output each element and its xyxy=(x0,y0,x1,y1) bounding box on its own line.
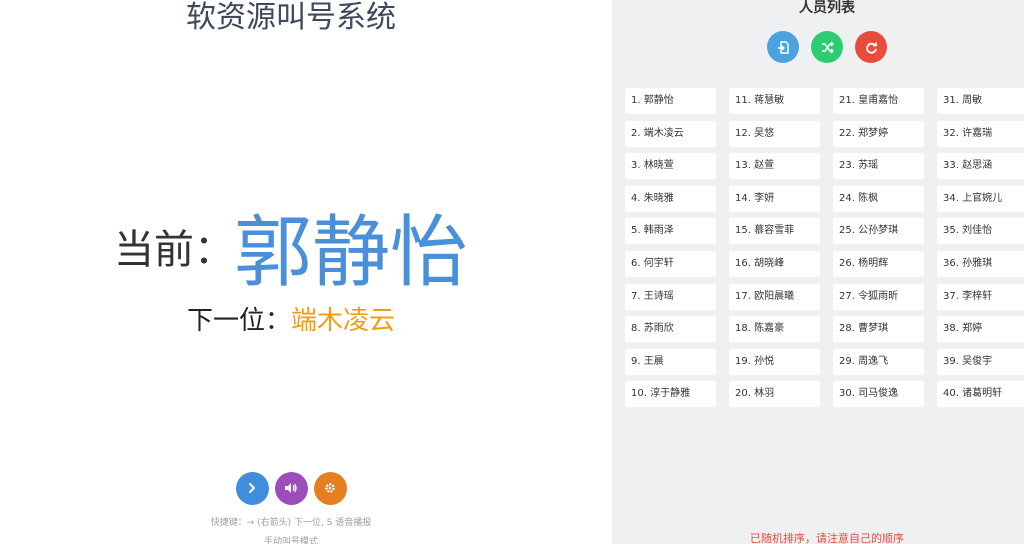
person-item: 4. 朱晓雅 xyxy=(625,185,716,212)
person-item: 11. 蒋慧敏 xyxy=(729,88,820,114)
person-item: 32. 许嘉瑞 xyxy=(937,120,1024,147)
current-label: 当前： xyxy=(113,227,234,273)
person-item: 36. 孙雅琪 xyxy=(937,251,1024,277)
import-icon xyxy=(777,40,789,54)
chevron-right-icon xyxy=(249,483,255,493)
person-item: 3. 林晓萱 xyxy=(625,153,716,180)
person-item: 38. 郑婷 xyxy=(937,316,1024,343)
app-window: 软资源叫号系统 当前：郭静怡 下一位：端木凌云 快捷键：→ (右箭头) 下一位,… xyxy=(0,0,1024,544)
person-item: 39. 吴俊宇 xyxy=(937,348,1024,375)
current-name: 郭静怡 xyxy=(233,208,468,298)
person-item: 10. 淳于静雅 xyxy=(625,381,716,408)
people-list-title: 人员列表 xyxy=(799,0,855,16)
person-item: 27. 令狐雨昕 xyxy=(833,283,924,310)
control-buttons xyxy=(0,472,582,505)
reset-button[interactable] xyxy=(855,31,887,63)
person-item: 37. 李梓轩 xyxy=(937,283,1024,310)
shuffle-button[interactable] xyxy=(811,31,843,63)
settings-button[interactable] xyxy=(313,472,347,505)
volume-icon xyxy=(285,483,297,493)
person-item: 31. 周敏 xyxy=(937,88,1024,114)
list-actions xyxy=(612,31,1024,63)
shortcut-hint: 快捷键：→ (右箭头) 下一位, S 语音播报 xyxy=(210,518,372,528)
person-item: 25. 公孙梦琪 xyxy=(833,218,924,245)
speak-button[interactable] xyxy=(274,472,308,505)
person-item: 1. 郭静怡 xyxy=(625,88,716,114)
import-button[interactable] xyxy=(767,31,799,63)
person-item: 17. 欧阳晨曦 xyxy=(729,283,820,310)
next-name: 端木凌云 xyxy=(291,306,396,336)
person-item: 21. 皇甫嘉怡 xyxy=(833,88,924,114)
person-item: 15. 慕容雪菲 xyxy=(729,218,820,245)
person-item: 26. 杨明辉 xyxy=(833,251,924,277)
person-item: 2. 端木凌云 xyxy=(625,120,716,147)
people-panel: 人员列表 1. 郭静怡 2. 端木凌云 3. 林晓萱 4. 朱晓雅 5. 韩雨泽 6. 何… xyxy=(612,0,1024,544)
gear-icon xyxy=(325,483,335,493)
person-item: 28. 曹梦琪 xyxy=(833,316,924,343)
person-item: 22. 郑梦婷 xyxy=(833,120,924,147)
shuffle-notice: 已随机排序，请注意自己的顺序 xyxy=(750,532,904,544)
person-item: 14. 李妍 xyxy=(729,185,820,212)
person-item: 20. 林羽 xyxy=(729,381,820,408)
person-item: 12. 吴悠 xyxy=(729,120,820,147)
person-item: 5. 韩雨泽 xyxy=(625,218,716,245)
next-button[interactable] xyxy=(235,472,269,505)
person-item: 8. 苏雨欣 xyxy=(625,316,716,343)
person-item: 23. 苏瑶 xyxy=(833,153,924,180)
person-item: 9. 王晨 xyxy=(625,348,716,375)
person-item: 34. 上官婉儿 xyxy=(937,185,1024,212)
person-item: 7. 王诗瑶 xyxy=(625,283,716,310)
calling-panel: 软资源叫号系统 当前：郭静怡 下一位：端木凌云 快捷键：→ (右箭头) 下一位,… xyxy=(0,0,612,544)
person-item: 29. 周逸飞 xyxy=(833,348,924,375)
person-item: 40. 诸葛明轩 xyxy=(937,381,1024,408)
person-item: 16. 胡晓峰 xyxy=(729,251,820,277)
person-item: 6. 何宇轩 xyxy=(625,251,716,277)
person-item: 18. 陈嘉豪 xyxy=(729,316,820,343)
page-title: 软资源叫号系统 xyxy=(186,0,396,35)
person-item: 24. 陈枫 xyxy=(833,185,924,212)
mode-label: 手动叫号模式 xyxy=(263,537,318,544)
person-item: 30. 司马俊逸 xyxy=(833,381,924,408)
reset-icon xyxy=(865,42,877,54)
person-item: 13. 赵萱 xyxy=(729,153,820,180)
shuffle-icon xyxy=(821,41,834,53)
person-item: 19. 孙悦 xyxy=(729,348,820,375)
person-item: 33. 赵思涵 xyxy=(937,153,1024,180)
next-label: 下一位： xyxy=(186,306,291,336)
person-item: 35. 刘佳怡 xyxy=(937,218,1024,245)
next-call: 下一位：端木凌云 xyxy=(0,300,582,337)
current-call: 当前：郭静怡 xyxy=(0,190,582,302)
